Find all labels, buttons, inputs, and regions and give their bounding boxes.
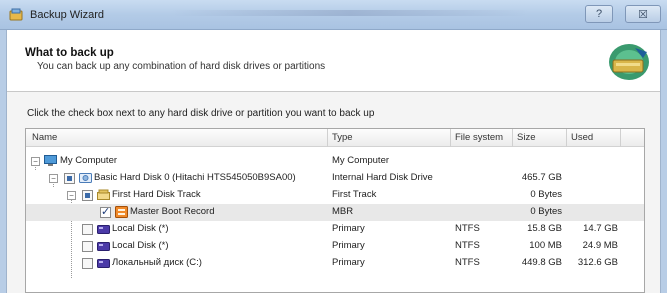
instruction-text: Click the check box next to any hard dis… [27, 108, 375, 119]
tree-item-size: 465.7 GB [521, 172, 562, 183]
tree-row-first-track[interactable]: − First Hard Disk Track First Track 0 By… [26, 187, 644, 204]
partition-icon [97, 242, 110, 251]
column-separator[interactable] [566, 129, 567, 147]
column-separator[interactable] [327, 129, 328, 147]
page-title: What to back up [25, 47, 114, 59]
computer-icon [44, 155, 57, 166]
tree-item-type: Primary [332, 257, 365, 268]
tree-row-partition[interactable]: Локальный диск (C:) Primary NTFS 449.8 G… [26, 255, 644, 272]
collapse-toggle-icon[interactable]: − [31, 157, 40, 166]
backup-wizard-app-icon [9, 8, 23, 21]
mbr-checkbox[interactable] [100, 205, 111, 218]
tree-item-size: 100 MB [529, 240, 562, 251]
disk-track-icon [97, 189, 110, 200]
tree-row-master-boot-record[interactable]: Master Boot Record MBR 0 Bytes [26, 204, 644, 221]
hard-disk-icon [79, 173, 92, 183]
backup-drive-illustration-icon [609, 44, 649, 80]
tree-item-type: First Track [332, 189, 377, 200]
tree-item-type: Primary [332, 223, 365, 234]
title-bar: Backup Wizard ? ☒ [0, 0, 667, 30]
partition-checkbox[interactable] [82, 258, 93, 269]
column-header-name[interactable]: Name [32, 132, 57, 143]
column-separator[interactable] [512, 129, 513, 147]
partition-icon [97, 225, 110, 234]
partition-icon [97, 259, 110, 268]
tree-item-type: MBR [332, 206, 354, 217]
wizard-window: What to back up You can back up any comb… [6, 30, 661, 293]
collapse-toggle-icon[interactable]: − [49, 174, 58, 183]
column-headers: Name Type File system Size Used [26, 129, 644, 147]
title-bar-glass [170, 10, 530, 16]
tree-item-type: Internal Hard Disk Drive [332, 172, 433, 183]
help-button[interactable]: ? [585, 5, 613, 23]
tree-item-file-system: NTFS [455, 257, 480, 268]
column-header-file-system[interactable]: File system [455, 132, 503, 143]
partition-checkbox[interactable] [82, 224, 93, 235]
first-track-checkbox[interactable] [82, 190, 93, 201]
tree-item-label: My Computer [60, 155, 118, 166]
column-header-type[interactable]: Type [332, 132, 353, 143]
tree-item-file-system: NTFS [455, 223, 480, 234]
column-header-size[interactable]: Size [517, 132, 535, 143]
tree-item-label: Local Disk (*) [112, 240, 169, 251]
close-button[interactable]: ☒ [625, 5, 661, 23]
tree-row-my-computer[interactable]: − My Computer My Computer [26, 153, 644, 170]
tree-item-used: 14.7 GB [583, 223, 618, 234]
tree-item-label: Local Disk (*) [112, 223, 169, 234]
wizard-header: What to back up You can back up any comb… [7, 30, 660, 92]
hard-disk-checkbox[interactable] [64, 173, 75, 184]
column-separator[interactable] [620, 129, 621, 147]
collapse-toggle-icon[interactable]: − [67, 191, 76, 200]
tree-item-used: 24.9 MB [582, 240, 618, 251]
mbr-icon [115, 206, 128, 218]
disk-tree-list[interactable]: Name Type File system Size Used − My Com… [25, 128, 645, 293]
tree-item-size: 449.8 GB [521, 257, 562, 268]
tree-row-hard-disk[interactable]: − Basic Hard Disk 0 (Hitachi HTS545050B9… [26, 170, 644, 187]
page-subtitle: You can back up any combination of hard … [37, 61, 326, 72]
tree-item-label: Master Boot Record [130, 206, 215, 217]
tree-item-type: Primary [332, 240, 365, 251]
window-title: Backup Wizard [30, 9, 104, 21]
tree-row-partition[interactable]: Local Disk (*) Primary NTFS 100 MB 24.9 … [26, 238, 644, 255]
tree-item-size: 0 Bytes [530, 189, 562, 200]
tree-item-size: 0 Bytes [530, 206, 562, 217]
tree-item-label: First Hard Disk Track [112, 189, 201, 200]
tree-item-label: Локальный диск (C:) [112, 257, 202, 268]
tree-row-partition[interactable]: Local Disk (*) Primary NTFS 15.8 GB 14.7… [26, 221, 644, 238]
column-header-used[interactable]: Used [571, 132, 593, 143]
partition-checkbox[interactable] [82, 241, 93, 252]
column-separator[interactable] [450, 129, 451, 147]
tree-item-label: Basic Hard Disk 0 (Hitachi HTS545050B9SA… [94, 172, 296, 183]
tree-item-used: 312.6 GB [577, 257, 618, 268]
tree-item-file-system: NTFS [455, 240, 480, 251]
tree-item-size: 15.8 GB [527, 223, 562, 234]
tree-item-type: My Computer [332, 155, 390, 166]
